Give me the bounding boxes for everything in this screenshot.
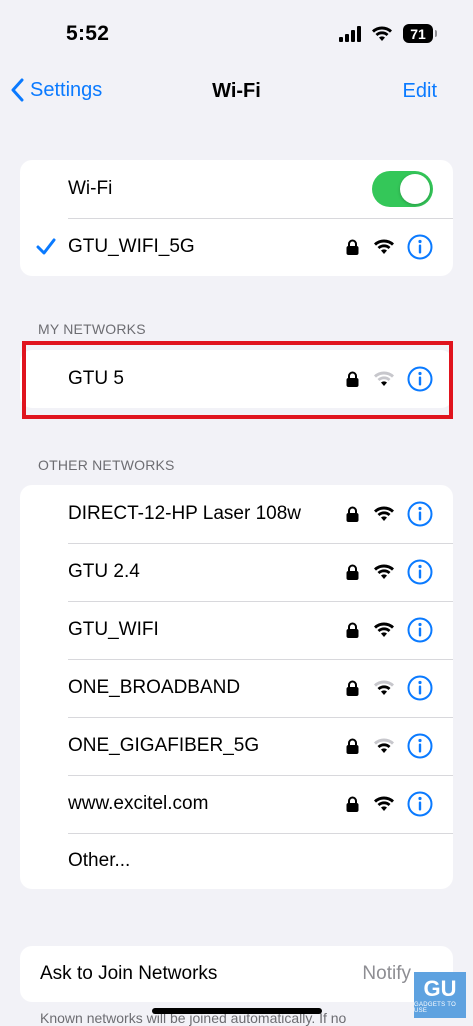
status-time: 5:52 bbox=[66, 22, 110, 45]
network-row[interactable]: GTU 2.4 bbox=[20, 543, 453, 601]
network-row[interactable]: www.excitel.com bbox=[20, 775, 453, 833]
info-icon[interactable] bbox=[407, 791, 433, 817]
info-icon[interactable] bbox=[407, 366, 433, 392]
cellular-signal-icon bbox=[339, 25, 361, 42]
lock-icon bbox=[346, 506, 359, 522]
wifi-signal-icon bbox=[374, 622, 394, 637]
network-name: www.excitel.com bbox=[68, 793, 209, 814]
other-network-label: Other... bbox=[68, 850, 131, 871]
info-icon[interactable] bbox=[407, 234, 433, 260]
my-networks-group: GTU 5 bbox=[20, 350, 453, 408]
network-name: DIRECT-12-HP Laser 108w bbox=[68, 503, 302, 524]
lock-icon bbox=[346, 680, 359, 696]
status-icons: 71 bbox=[339, 24, 437, 43]
toggle-knob bbox=[400, 174, 430, 204]
network-row[interactable]: GTU 5 bbox=[20, 350, 453, 408]
network-row[interactable]: ONE_BROADBAND bbox=[20, 659, 453, 717]
wifi-status-icon bbox=[372, 26, 392, 41]
wifi-toggle[interactable] bbox=[372, 171, 433, 207]
lock-icon bbox=[346, 564, 359, 580]
lock-icon bbox=[346, 371, 359, 387]
wifi-toggle-row: Wi-Fi bbox=[20, 160, 453, 218]
wifi-signal-icon bbox=[374, 239, 394, 254]
lock-icon bbox=[346, 622, 359, 638]
lock-icon bbox=[346, 239, 359, 255]
ask-to-join-row[interactable]: Ask to Join Networks Notify bbox=[20, 946, 453, 1002]
ask-to-join-value: Notify bbox=[362, 963, 411, 984]
network-row[interactable]: ONE_GIGAFIBER_5G bbox=[20, 717, 453, 775]
network-name: GTU 5 bbox=[68, 368, 124, 389]
network-name: GTU_WIFI bbox=[68, 619, 159, 640]
home-indicator[interactable] bbox=[152, 1008, 322, 1014]
ask-to-join-group: Ask to Join Networks Notify bbox=[20, 946, 453, 1002]
wifi-toggle-label: Wi-Fi bbox=[68, 178, 113, 199]
network-name: ONE_GIGAFIBER_5G bbox=[68, 735, 260, 756]
connected-network-row[interactable]: GTU_WIFI_5G bbox=[20, 218, 453, 276]
info-icon[interactable] bbox=[407, 501, 433, 527]
watermark-logo: GU GADGETS TO USE bbox=[414, 972, 466, 1018]
wifi-main-group: Wi-Fi GTU_WIFI_5G bbox=[20, 160, 453, 276]
network-name: GTU_WIFI_5G bbox=[68, 236, 195, 257]
wifi-signal-icon bbox=[374, 506, 394, 521]
wifi-weak-signal-icon bbox=[374, 371, 394, 386]
info-icon[interactable] bbox=[407, 617, 433, 643]
lock-icon bbox=[346, 796, 359, 812]
network-row[interactable]: GTU_WIFI bbox=[20, 601, 453, 659]
edit-button[interactable]: Edit bbox=[403, 80, 437, 103]
wifi-medium-signal-icon bbox=[374, 680, 394, 695]
battery-level: 71 bbox=[410, 25, 426, 42]
my-networks-header: MY NETWORKS bbox=[38, 321, 146, 337]
checkmark-icon bbox=[36, 238, 56, 255]
network-row[interactable]: DIRECT-12-HP Laser 108w bbox=[20, 485, 453, 543]
ask-to-join-label: Ask to Join Networks bbox=[40, 963, 218, 984]
wifi-medium-signal-icon bbox=[374, 738, 394, 753]
other-network-row[interactable]: Other... bbox=[20, 833, 453, 889]
network-name: GTU 2.4 bbox=[68, 561, 140, 582]
lock-icon bbox=[346, 738, 359, 754]
other-networks-header: OTHER NETWORKS bbox=[38, 457, 175, 473]
wifi-signal-icon bbox=[374, 796, 394, 811]
watermark-text: GADGETS TO USE bbox=[414, 1002, 457, 1014]
other-networks-group: DIRECT-12-HP Laser 108w GTU 2.4 GTU_WIFI… bbox=[20, 485, 453, 889]
info-icon[interactable] bbox=[407, 733, 433, 759]
info-icon[interactable] bbox=[407, 675, 433, 701]
battery-icon: 71 bbox=[403, 24, 437, 43]
watermark-logo-mark: GU bbox=[423, 976, 457, 1001]
wifi-signal-icon bbox=[374, 564, 394, 579]
info-icon[interactable] bbox=[407, 559, 433, 585]
network-name: ONE_BROADBAND bbox=[68, 677, 241, 698]
